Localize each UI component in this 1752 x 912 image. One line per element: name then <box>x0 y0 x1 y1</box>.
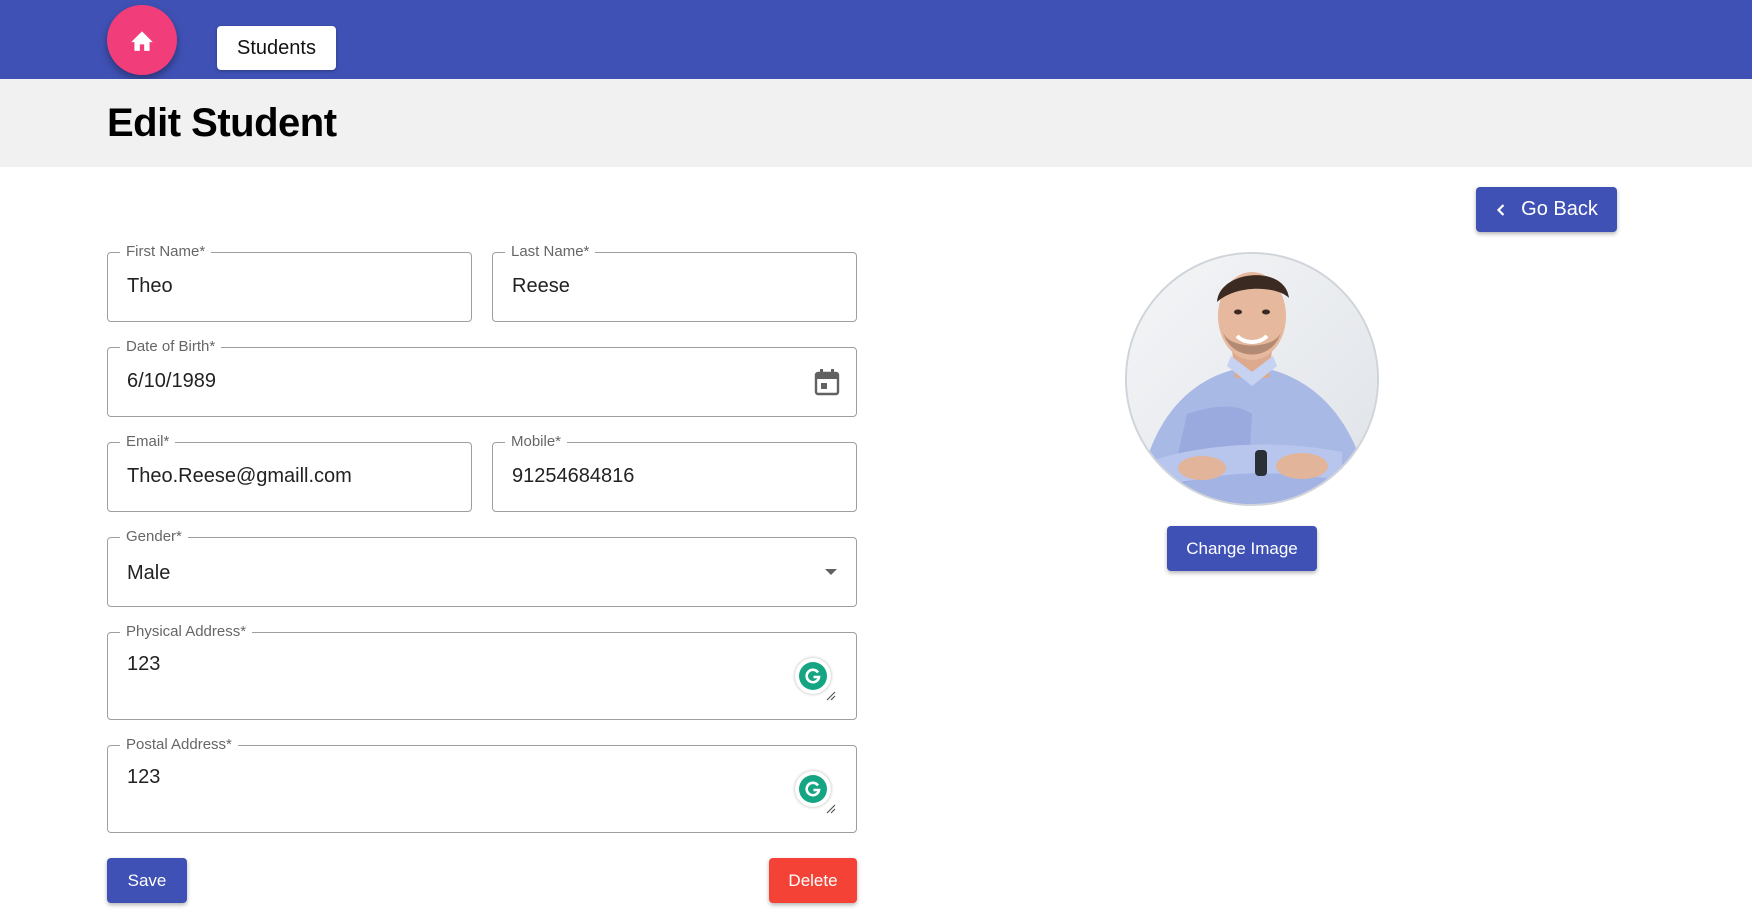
students-nav-button[interactable]: Students <box>217 26 336 70</box>
first-name-value: Theo <box>127 275 173 297</box>
chevron-left-icon <box>1497 203 1505 216</box>
email-field[interactable]: Email* Theo.Reese@gmaill.com <box>107 433 472 512</box>
grammarly-icon[interactable] <box>795 771 831 807</box>
last-name-value: Reese <box>512 275 570 297</box>
physical-address-value: 123 <box>127 653 161 675</box>
date-of-birth-label: Date of Birth* <box>120 338 222 356</box>
resize-handle-icon[interactable] <box>826 691 836 701</box>
student-avatar <box>1125 252 1379 506</box>
mobile-field[interactable]: Mobile* 91254684816 <box>492 433 857 512</box>
email-value: Theo.Reese@gmaill.com <box>127 465 352 487</box>
calendar-icon[interactable] <box>814 368 840 396</box>
page-title: Edit Student <box>107 101 337 145</box>
date-of-birth-field[interactable]: Date of Birth* 6/10/1989 <box>107 338 857 417</box>
dropdown-arrow-icon[interactable] <box>824 568 838 576</box>
home-icon <box>131 31 153 51</box>
delete-button[interactable]: Delete <box>769 858 857 903</box>
physical-address-field[interactable]: Physical Address* 123 <box>107 623 857 720</box>
postal-address-label: Postal Address* <box>120 736 238 754</box>
home-button[interactable] <box>107 5 177 75</box>
gender-value: Male <box>127 562 171 584</box>
mobile-value: 91254684816 <box>512 465 635 487</box>
gender-select[interactable]: Gender* Male <box>107 528 857 607</box>
save-button[interactable]: Save <box>107 858 187 903</box>
first-name-field[interactable]: First Name* Theo <box>107 243 472 322</box>
last-name-label: Last Name* <box>505 243 596 261</box>
grammarly-g-icon <box>805 781 821 797</box>
grammarly-g-icon <box>805 668 821 684</box>
last-name-field[interactable]: Last Name* Reese <box>492 243 857 322</box>
email-label: Email* <box>120 433 176 451</box>
physical-address-label: Physical Address* <box>120 623 253 641</box>
student-photo <box>1127 254 1377 504</box>
go-back-button[interactable]: Go Back <box>1476 187 1617 232</box>
gender-label: Gender* <box>120 528 188 546</box>
grammarly-icon[interactable] <box>795 658 831 694</box>
resize-handle-icon[interactable] <box>826 804 836 814</box>
postal-address-value: 123 <box>127 766 161 788</box>
date-of-birth-value: 6/10/1989 <box>127 370 216 392</box>
first-name-label: First Name* <box>120 243 212 261</box>
postal-address-field[interactable]: Postal Address* 123 <box>107 736 857 833</box>
mobile-label: Mobile* <box>505 433 568 451</box>
change-image-button[interactable]: Change Image <box>1167 526 1317 571</box>
go-back-label: Go Back <box>1521 198 1598 220</box>
